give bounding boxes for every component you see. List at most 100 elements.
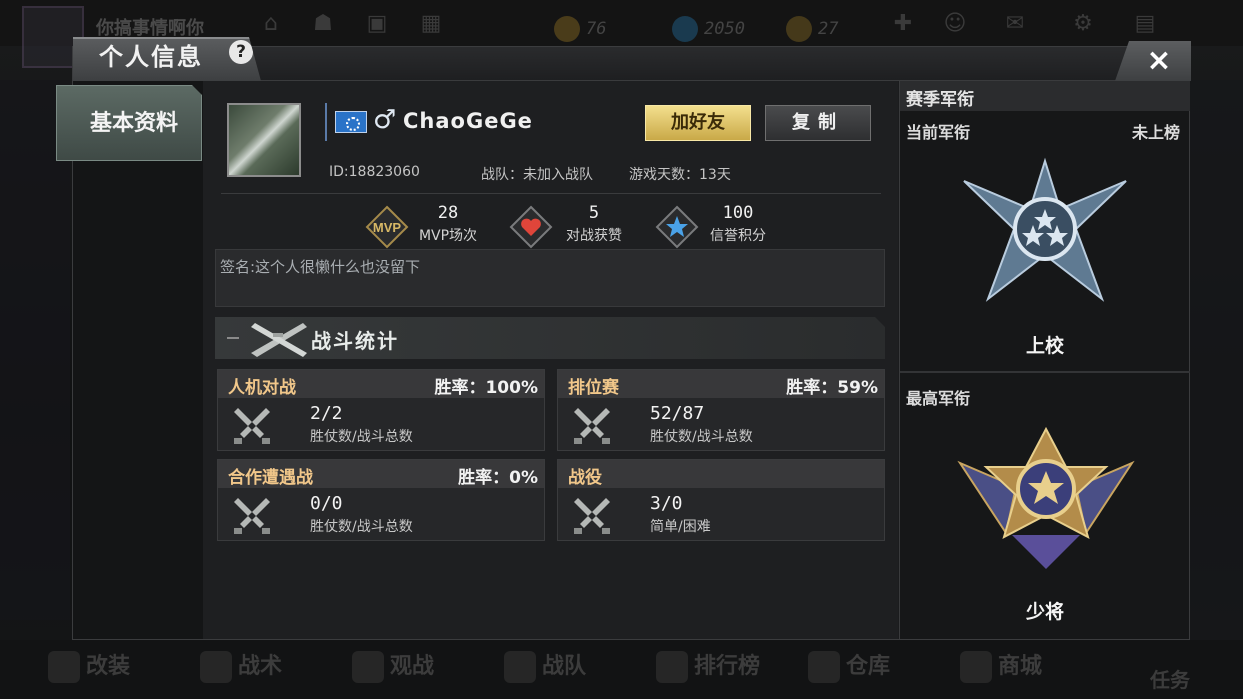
card-title: 合作遭遇战 bbox=[228, 468, 313, 488]
crossed-swords-icon bbox=[574, 498, 610, 534]
reputation-count: 100 bbox=[722, 203, 754, 223]
home-icon: ⌂ bbox=[264, 11, 278, 36]
card-title: 战役 bbox=[568, 468, 602, 488]
reputation-label: 信誉积分 bbox=[710, 228, 766, 244]
coin-icon bbox=[554, 16, 580, 42]
card-subtitle: 胜仗数/战斗总数 bbox=[310, 429, 413, 445]
rank-header-title: 赛季军衔 bbox=[906, 90, 974, 110]
section-dash bbox=[227, 337, 239, 339]
nav-modify: 改装 bbox=[48, 648, 130, 683]
card-subtitle: 胜仗数/战斗总数 bbox=[650, 429, 753, 445]
nav-leaderboard: 排行榜 bbox=[656, 648, 760, 683]
wrench-icon bbox=[48, 651, 80, 683]
card-header bbox=[558, 460, 884, 488]
card-value: 2/2 bbox=[310, 403, 343, 424]
crossed-swords-icon bbox=[234, 498, 270, 534]
card-subtitle: 胜仗数/战斗总数 bbox=[310, 519, 413, 535]
mail-icon: ✉ bbox=[1005, 11, 1025, 36]
signature: 签名:这个人很懒什么也没留下 bbox=[215, 249, 885, 307]
gift-icon: ▣ bbox=[366, 11, 388, 36]
friends-icon: ☺ bbox=[943, 11, 967, 36]
coin-counter: 76 bbox=[554, 16, 606, 42]
warehouse-icon bbox=[808, 651, 840, 683]
highest-rank-label: 最高军衔 bbox=[906, 389, 971, 408]
mvp-label: MVP场次 bbox=[418, 228, 478, 244]
background-bottom-nav bbox=[0, 640, 1243, 699]
add-friend-button[interactable]: 加好友 bbox=[645, 105, 751, 141]
likes-label: 对战获赞 bbox=[566, 228, 622, 244]
ticket-icon bbox=[786, 16, 812, 42]
section-title: 战斗统计 bbox=[311, 329, 399, 353]
male-icon: ♂ bbox=[373, 105, 397, 135]
win-rate: 胜率：59% bbox=[786, 378, 878, 398]
help-button[interactable]: ? bbox=[229, 40, 253, 64]
personal-info-modal: 个人信息 ? × 基本资料 ♂ ChaoGeGe 加好友 复制 ID:18823… bbox=[56, 37, 1191, 640]
card-value: 52/87 bbox=[650, 403, 705, 424]
diamond-counter: 2050 bbox=[672, 16, 745, 42]
shop-icon bbox=[960, 651, 992, 683]
win-rate: 胜率：100% bbox=[434, 378, 538, 398]
battle-stats-header: 战斗统计 bbox=[215, 317, 885, 359]
copy-button[interactable]: 复制 bbox=[765, 105, 871, 141]
diamond-icon bbox=[672, 16, 698, 42]
side-tab-column: 基本资料 bbox=[56, 81, 203, 639]
current-rank-label: 当前军衔 bbox=[906, 123, 971, 142]
ticket-counter: 27 bbox=[786, 16, 838, 42]
nav-tasks: 任务 bbox=[1150, 668, 1190, 692]
background-right-panel bbox=[1190, 80, 1243, 640]
season-rank-panel: 赛季军衔 当前军衔 未上榜 上校 最高军衔 少将 bbox=[899, 81, 1190, 639]
nav-spectate: 观战 bbox=[352, 648, 434, 683]
background-left-panel bbox=[0, 80, 70, 620]
close-button[interactable]: × bbox=[1115, 41, 1191, 81]
nav-tactics: 战术 bbox=[200, 648, 282, 683]
card-campaign[interactable]: 战役 3/0 简单/困难 bbox=[557, 459, 885, 541]
star-icon bbox=[352, 651, 384, 683]
book-icon: ▤ bbox=[1134, 11, 1156, 36]
current-rank-name: 上校 bbox=[1025, 335, 1064, 357]
grid-icon: ▦ bbox=[420, 11, 442, 36]
mvp-count: 28 bbox=[437, 203, 459, 223]
tab-basic-info[interactable]: 基本资料 bbox=[56, 85, 202, 161]
highest-rank-name: 少将 bbox=[1025, 601, 1064, 623]
rank-divider bbox=[900, 371, 1190, 373]
card-subtitle: 简单/困难 bbox=[650, 519, 711, 535]
settings-icon: ⚙ bbox=[1073, 11, 1093, 36]
crossed-rifles-icon bbox=[251, 323, 307, 357]
svg-text:MVP: MVP bbox=[373, 220, 402, 235]
modal-title: 个人信息 bbox=[99, 43, 203, 71]
background-player-title: 你搞事情啊你 bbox=[96, 18, 204, 39]
modal-header: 个人信息 ? × bbox=[73, 37, 1191, 81]
player-team: 战队：未加入战队 bbox=[481, 167, 593, 183]
trophy-icon bbox=[656, 651, 688, 683]
likes-count: 5 bbox=[588, 203, 600, 223]
card-title: 人机对战 bbox=[228, 378, 296, 398]
flag-icon bbox=[335, 111, 367, 133]
current-rank-status: 未上榜 bbox=[1132, 123, 1181, 142]
nav-shop: 商城 bbox=[960, 648, 1042, 683]
card-pve[interactable]: 人机对战 胜率：100% 2/2 胜仗数/战斗总数 bbox=[217, 369, 545, 451]
player-name: ChaoGeGe bbox=[403, 109, 533, 133]
nav-team: 战队 bbox=[504, 648, 586, 683]
win-rate: 胜率：0% bbox=[458, 468, 538, 488]
rank-header: 赛季军衔 bbox=[900, 81, 1190, 111]
card-value: 0/0 bbox=[310, 493, 343, 514]
colonel-badge-icon bbox=[963, 157, 1127, 302]
card-title: 排位赛 bbox=[568, 378, 619, 398]
card-coop[interactable]: 合作遭遇战 胜率：0% 0/0 胜仗数/战斗总数 bbox=[217, 459, 545, 541]
divider bbox=[221, 193, 881, 194]
heart-icon bbox=[509, 205, 553, 249]
character-icon: ☗ bbox=[313, 11, 333, 36]
major-general-badge-icon bbox=[957, 426, 1135, 569]
name-accent-line bbox=[325, 103, 327, 141]
player-days: 游戏天数：13天 bbox=[629, 167, 731, 183]
modal-title-tab: 个人信息 ? bbox=[73, 37, 261, 81]
avatar[interactable] bbox=[227, 103, 301, 177]
nav-warehouse: 仓库 bbox=[808, 648, 890, 683]
crossed-swords-icon bbox=[574, 408, 610, 444]
crossed-swords-icon bbox=[234, 408, 270, 444]
plus-icon: ✚ bbox=[893, 11, 913, 36]
shield-icon bbox=[504, 651, 536, 683]
card-ranked[interactable]: 排位赛 胜率：59% 52/87 胜仗数/战斗总数 bbox=[557, 369, 885, 451]
card-value: 3/0 bbox=[650, 493, 683, 514]
skull-icon bbox=[200, 651, 232, 683]
